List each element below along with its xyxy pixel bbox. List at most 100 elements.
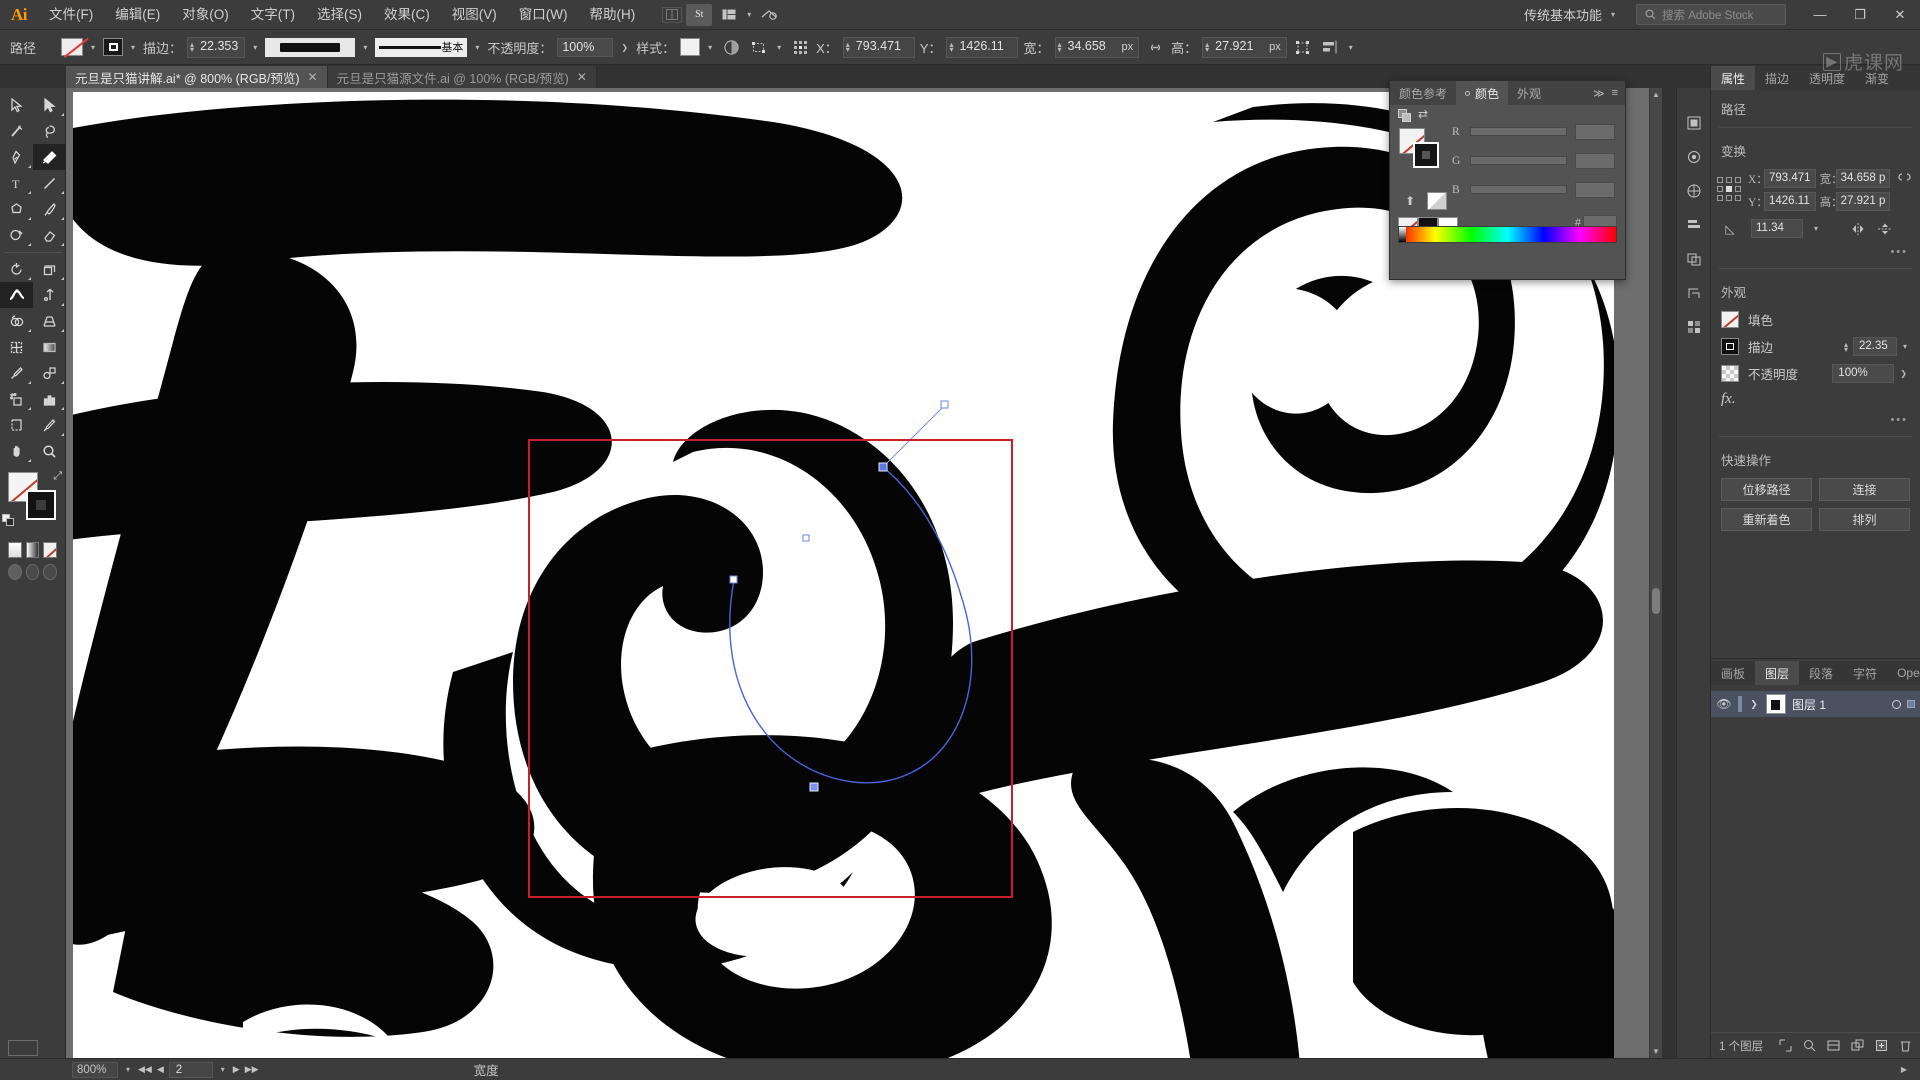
maximize-button[interactable]: ❐: [1840, 0, 1880, 30]
menu-select[interactable]: 选择(S): [306, 0, 373, 30]
rotate-tool[interactable]: [0, 256, 33, 282]
scroll-down-icon[interactable]: ▼: [1650, 1045, 1662, 1058]
stock-search-input[interactable]: 搜索 Adobe Stock: [1636, 4, 1786, 25]
appearance-stroke-chevron-down-icon[interactable]: ▾: [1900, 342, 1910, 351]
join-button[interactable]: 连接: [1819, 478, 1910, 501]
close-button[interactable]: ✕: [1880, 0, 1920, 30]
channel-r-value[interactable]: [1575, 123, 1615, 140]
create-sublayer-icon[interactable]: [1827, 1039, 1840, 1052]
color-panel-mini-swatches-icon[interactable]: [1398, 109, 1412, 122]
appearance-opacity-row[interactable]: 不透明度 100% ❯: [1711, 360, 1920, 387]
appearance-opacity-value[interactable]: 100%: [1832, 364, 1895, 383]
selection-tool[interactable]: [0, 92, 33, 118]
color-panel[interactable]: 颜色参考 颜色 外观 ≫ ≡ ⇄ R G B ⬆ #: [1389, 80, 1626, 280]
swap-fill-stroke-icon[interactable]: ⤢: [53, 470, 62, 483]
direct-selection-tool[interactable]: [33, 92, 66, 118]
arrange-chevron-down-icon[interactable]: ▾: [744, 10, 754, 19]
color-panel-white-swatch[interactable]: [1427, 192, 1447, 210]
appearance-opacity-expand-icon[interactable]: ❯: [1897, 369, 1910, 378]
width-tool[interactable]: [0, 282, 33, 308]
artboard[interactable]: [73, 92, 1614, 1058]
pathfinder-icon[interactable]: [1677, 242, 1711, 276]
color-panel-collapse-icon[interactable]: ≫: [1593, 87, 1605, 100]
transform-more-options[interactable]: •••: [1711, 246, 1920, 264]
stroke-preview-chevron-down-icon[interactable]: ▾: [360, 43, 370, 52]
menu-object[interactable]: 对象(O): [171, 0, 240, 30]
color-channel-g[interactable]: G: [1452, 146, 1615, 175]
line-segment-tool[interactable]: [33, 170, 66, 196]
gradient-tool[interactable]: [33, 334, 66, 360]
screen-mode-presentation[interactable]: [43, 564, 58, 580]
draw-mode-none[interactable]: [43, 542, 58, 558]
vertical-scroll-thumb[interactable]: [1652, 588, 1660, 614]
arrange-documents-icon[interactable]: [716, 4, 742, 26]
tab-paragraph[interactable]: 段落: [1799, 661, 1843, 685]
slice-tool[interactable]: [33, 412, 66, 438]
hand-tool[interactable]: [0, 438, 33, 464]
transform-h-input[interactable]: 27.921 p: [1835, 192, 1891, 211]
zoom-level-value[interactable]: 800%: [72, 1061, 118, 1078]
shape-tool[interactable]: [0, 196, 33, 222]
next-artboard-button[interactable]: ▶: [233, 1064, 240, 1075]
transform-x-input[interactable]: 793.471: [1764, 169, 1816, 188]
tab-color-guide[interactable]: 颜色参考: [1390, 81, 1456, 105]
draw-mode-gradient[interactable]: [25, 542, 40, 558]
reference-point-selector[interactable]: [1717, 177, 1742, 203]
swatches-rail-icon[interactable]: [1677, 310, 1711, 344]
transform-again-icon[interactable]: [1292, 36, 1314, 58]
angle-chevron-down-icon[interactable]: ▾: [1811, 224, 1821, 233]
magic-wand-tool[interactable]: [0, 118, 33, 144]
transform-w-input[interactable]: 34.658 p: [1835, 169, 1891, 188]
appearance-opacity-swatch[interactable]: [1721, 365, 1739, 382]
menu-view[interactable]: 视图(V): [441, 0, 508, 30]
menu-file[interactable]: 文件(F): [38, 0, 104, 30]
tab-layers[interactable]: 图层: [1755, 661, 1800, 685]
layer-lock-column[interactable]: [1738, 696, 1742, 712]
canvas-vertical-scrollbar[interactable]: ▲ ▼: [1649, 88, 1662, 1058]
mesh-tool[interactable]: [0, 334, 33, 360]
perspective-grid-tool[interactable]: [33, 308, 66, 334]
tab-artboards[interactable]: 画板: [1711, 661, 1755, 685]
blend-tool[interactable]: [33, 360, 66, 386]
menu-window[interactable]: 窗口(W): [508, 0, 579, 30]
y-value[interactable]: 1426.11: [955, 38, 1015, 57]
color-panel-up-arrow-icon[interactable]: ⬆: [1405, 194, 1415, 208]
stroke-preview[interactable]: [265, 37, 356, 57]
flip-vertical-icon[interactable]: [1877, 222, 1893, 236]
zoom-tool[interactable]: [33, 438, 66, 464]
minimize-button[interactable]: —: [1800, 0, 1840, 30]
symbol-sprayer-tool[interactable]: [0, 386, 33, 412]
transform-y-input[interactable]: 1426.11: [1764, 192, 1816, 211]
appearance-fill-row[interactable]: 填色: [1711, 306, 1920, 333]
stock-icon[interactable]: St: [686, 3, 713, 26]
document-tab-2[interactable]: 元旦是只猫源文件.ai @ 100% (RGB/预览) ✕: [327, 66, 597, 88]
symbols-icon[interactable]: [1677, 174, 1711, 208]
height-stepper[interactable]: ▴ ▾ 27.921 px: [1202, 36, 1287, 58]
graphic-style-swatch[interactable]: [680, 38, 701, 56]
tab-gradient[interactable]: 渐变: [1855, 66, 1899, 90]
color-panel-menu-icon[interactable]: ≡: [1612, 87, 1618, 99]
layer-expand-chevron-right-icon[interactable]: ❯: [1748, 699, 1760, 710]
tab-appearance[interactable]: 外观: [1508, 81, 1550, 105]
tab-properties[interactable]: 属性: [1711, 66, 1756, 90]
appearance-fx-button[interactable]: fx.: [1711, 387, 1920, 414]
status-expand-icon[interactable]: ▶: [1898, 1065, 1910, 1074]
artboard-tool[interactable]: [0, 412, 33, 438]
layer-selection-square-icon[interactable]: [1907, 700, 1915, 708]
color-spectrum-bar[interactable]: [1398, 226, 1617, 243]
arrange-button[interactable]: 排列: [1819, 508, 1910, 531]
scale-tool[interactable]: [33, 256, 66, 282]
color-panel-swap-icon[interactable]: ⇄: [1418, 107, 1428, 121]
pen-tool[interactable]: [0, 144, 33, 170]
y-spinner-icon[interactable]: ▴ ▾: [949, 41, 953, 54]
tab-color[interactable]: 颜色: [1456, 81, 1509, 105]
color-channel-r[interactable]: R: [1452, 117, 1615, 146]
transform-panel-rail-icon[interactable]: [1677, 276, 1711, 310]
channel-b-slider[interactable]: [1470, 185, 1567, 194]
height-value[interactable]: 27.921: [1211, 38, 1269, 57]
delete-layer-trash-icon[interactable]: [1899, 1039, 1912, 1052]
scroll-up-icon[interactable]: ▲: [1650, 88, 1662, 101]
appearance-more-options[interactable]: •••: [1711, 414, 1920, 432]
stroke-weight-stepper[interactable]: ▴ ▾ 22.353: [187, 36, 246, 58]
curvature-tool[interactable]: [33, 144, 66, 170]
